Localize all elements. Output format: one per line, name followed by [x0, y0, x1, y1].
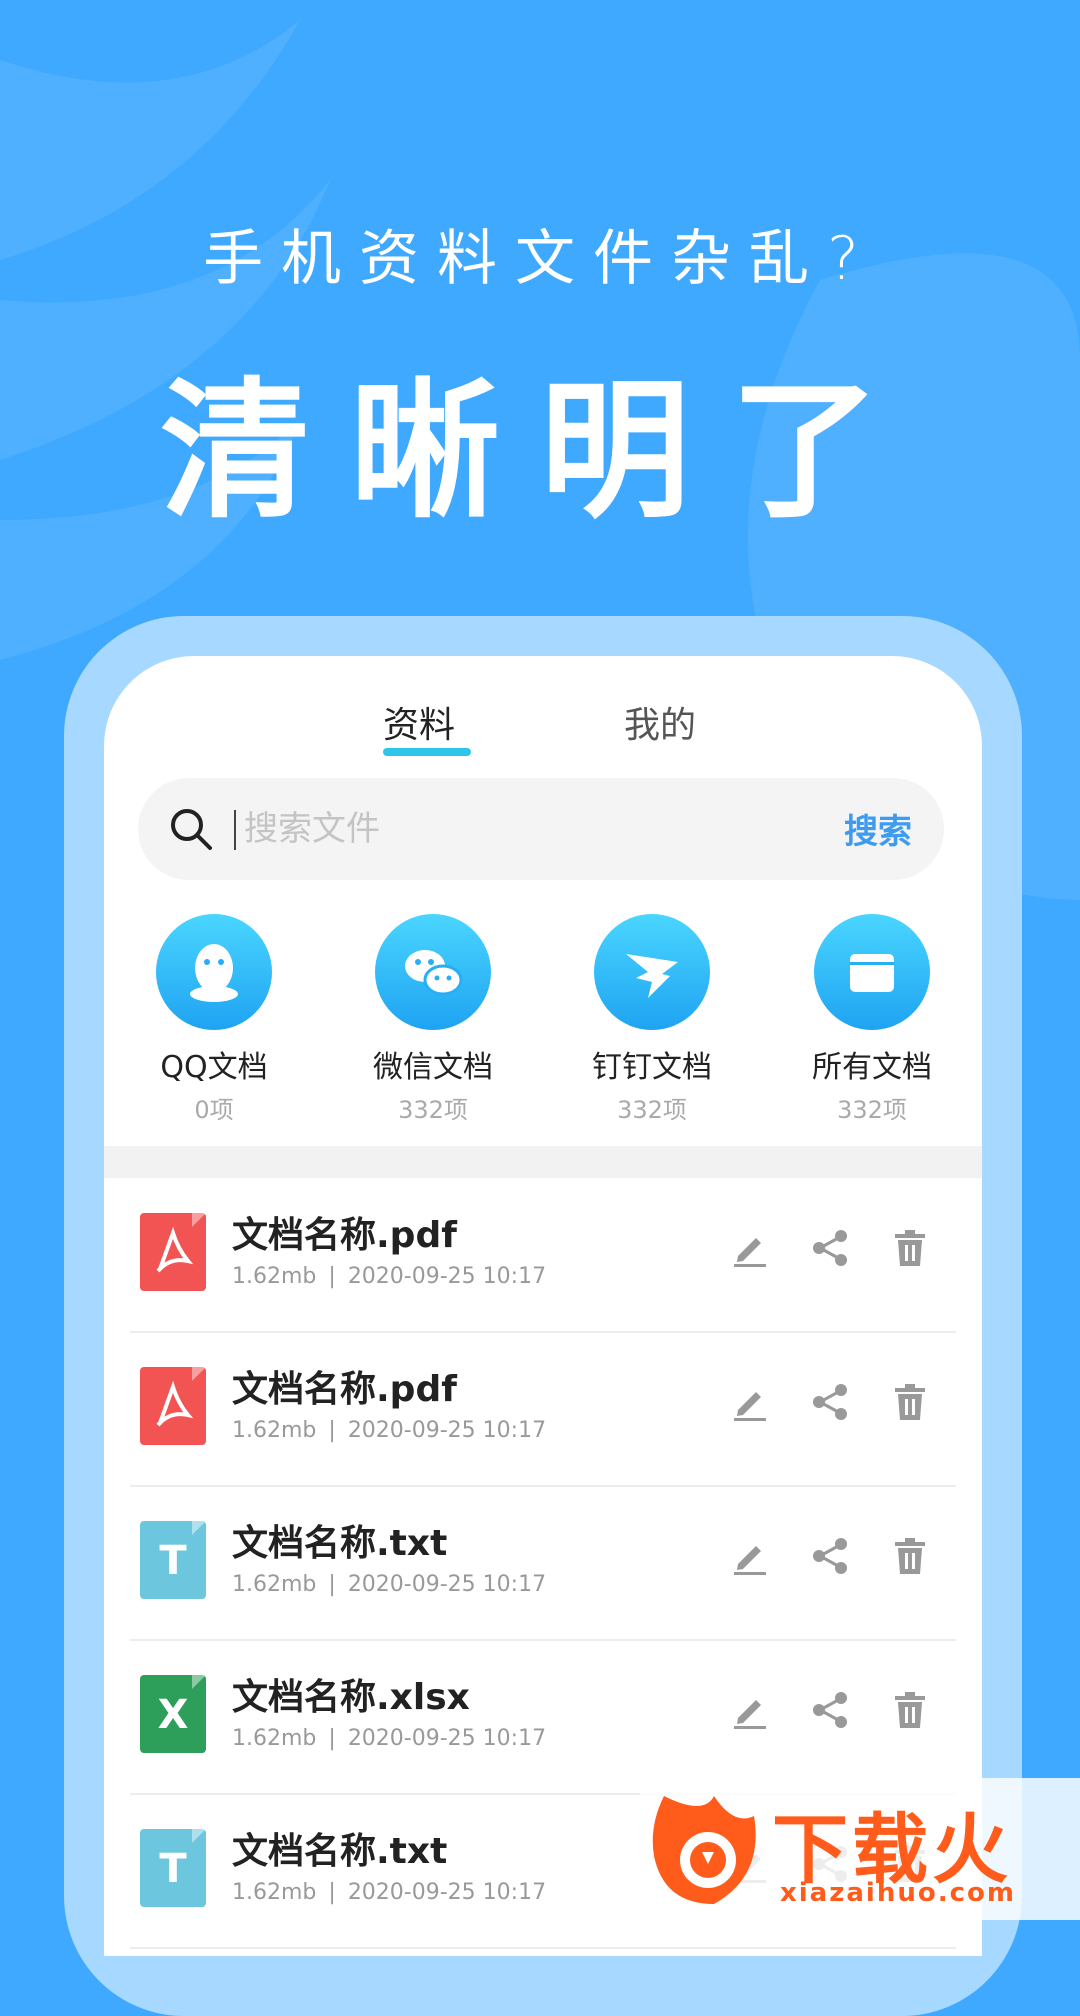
share-icon[interactable] [808, 1380, 852, 1424]
file-meta: 1.62mb | 2020-09-25 10:17 [232, 1418, 546, 1443]
category-label: QQ文档 [160, 1050, 268, 1085]
category-all[interactable]: 所有文档 332项 [772, 914, 972, 1125]
file-date: 2020-09-25 10:17 [347, 1418, 547, 1443]
edit-icon[interactable] [728, 1688, 772, 1732]
qq-icon [156, 914, 272, 1030]
category-count: 0项 [194, 1096, 234, 1124]
file-date: 2020-09-25 10:17 [347, 1572, 547, 1597]
category-label: 微信文档 [373, 1050, 493, 1085]
delete-icon[interactable] [888, 1534, 932, 1578]
file-type-glyph: X [157, 1692, 189, 1738]
file-size: 1.62mb [232, 1726, 317, 1751]
file-meta: 1.62mb | 2020-09-25 10:17 [232, 1572, 546, 1597]
file-name: 文档名称.txt [232, 1831, 448, 1872]
file-date: 2020-09-25 10:17 [347, 1880, 547, 1905]
edit-icon[interactable] [728, 1534, 772, 1578]
delete-icon[interactable] [888, 1380, 932, 1424]
file-date: 2020-09-25 10:17 [347, 1264, 547, 1289]
edit-icon[interactable] [728, 1380, 772, 1424]
category-label: 所有文档 [812, 1050, 932, 1085]
xlsx-file-icon: X [140, 1675, 206, 1753]
category-qq[interactable]: QQ文档 0项 [114, 914, 314, 1125]
file-type-glyph: T [159, 1538, 187, 1584]
file-row[interactable]: 文档名称.pdf 1.62mb | 2020-09-25 10:17 [130, 1332, 956, 1487]
file-size: 1.62mb [232, 1264, 317, 1289]
tab-bar: 资料 我的 [104, 696, 982, 776]
edit-icon[interactable] [728, 1226, 772, 1270]
file-row[interactable]: T 文档名称.txt 1.62mb | 2020-09-25 10:17 [130, 1486, 956, 1641]
category-label: 钉钉文档 [592, 1050, 712, 1085]
category-grid: QQ文档 0项 微信文档 332项 钉钉文档 332项 所有文档 332项 [104, 914, 982, 1134]
active-tab-indicator [383, 748, 471, 756]
share-icon[interactable] [808, 1534, 852, 1578]
category-dingtalk[interactable]: 钉钉文档 332项 [552, 914, 752, 1125]
search-button[interactable]: 搜索 [844, 804, 912, 853]
pdf-glyph [140, 1213, 206, 1291]
text-cursor [234, 810, 236, 850]
file-size: 1.62mb [232, 1572, 317, 1597]
pdf-file-icon [140, 1213, 206, 1291]
category-wechat[interactable]: 微信文档 332项 [333, 914, 533, 1125]
file-name: 文档名称.txt [232, 1523, 448, 1564]
category-count: 332项 [617, 1096, 687, 1124]
category-count: 332项 [398, 1096, 468, 1124]
share-icon[interactable] [808, 1688, 852, 1732]
tab-mine[interactable]: 我的 [624, 696, 696, 748]
watermark-logo: 下载火 xiazaihuo.com [640, 1778, 1080, 1920]
watermark-domain: xiazaihuo.com [780, 1878, 1016, 1908]
txt-file-icon: T [140, 1829, 206, 1907]
category-count: 332项 [837, 1096, 907, 1124]
search-input[interactable] [242, 800, 806, 858]
file-meta: 1.62mb | 2020-09-25 10:17 [232, 1880, 546, 1905]
hero-subtitle: 手机资料文件杂乱? [203, 224, 877, 294]
file-meta: 1.62mb | 2020-09-25 10:17 [232, 1264, 546, 1289]
file-name: 文档名称.pdf [232, 1369, 457, 1410]
delete-icon[interactable] [888, 1688, 932, 1732]
file-date: 2020-09-25 10:17 [347, 1726, 547, 1751]
file-type-glyph: T [159, 1846, 187, 1892]
file-row[interactable]: 文档名称.pdf 1.62mb | 2020-09-25 10:17 [130, 1178, 956, 1333]
wechat-icon [375, 914, 491, 1030]
section-divider [104, 1146, 982, 1178]
app-screen: 资料 我的 搜索 QQ文档 0项 [104, 656, 982, 1956]
hero-headline: 清晰明了 [159, 365, 920, 539]
file-size: 1.62mb [232, 1418, 317, 1443]
file-name: 文档名称.pdf [232, 1215, 457, 1256]
delete-icon[interactable] [888, 1226, 932, 1270]
file-name: 文档名称.xlsx [232, 1677, 470, 1718]
search-icon[interactable] [168, 806, 214, 852]
meta-separator: | [328, 1880, 336, 1905]
file-meta: 1.62mb | 2020-09-25 10:17 [232, 1726, 546, 1751]
flame-logo-icon [652, 1796, 756, 1904]
meta-separator: | [328, 1418, 336, 1443]
meta-separator: | [328, 1264, 336, 1289]
meta-separator: | [328, 1572, 336, 1597]
search-bar: 搜索 [138, 778, 944, 880]
meta-separator: | [328, 1726, 336, 1751]
dingtalk-icon [594, 914, 710, 1030]
folder-icon [814, 914, 930, 1030]
pdf-glyph [140, 1367, 206, 1445]
file-size: 1.62mb [232, 1880, 317, 1905]
pdf-file-icon [140, 1367, 206, 1445]
tab-materials[interactable]: 资料 [383, 696, 455, 748]
txt-file-icon: T [140, 1521, 206, 1599]
share-icon[interactable] [808, 1226, 852, 1270]
file-row[interactable]: X 文档名称.xlsx 1.62mb | 2020-09-25 10:17 [130, 1640, 956, 1795]
